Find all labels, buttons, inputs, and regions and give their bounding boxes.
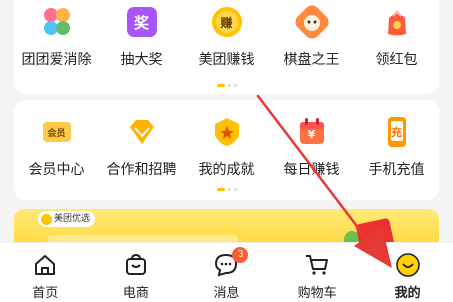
page-indicator (216, 84, 237, 87)
page-dot (227, 188, 231, 191)
earn-coin-icon: 赚 (209, 4, 245, 40)
tab-messages[interactable]: 3 消息 (181, 243, 272, 302)
tab-label: 购物车 (297, 286, 337, 301)
grid-item-cooperation[interactable]: 合作和招聘 (99, 114, 184, 179)
games-row: 团团爱消除 奖 抽大奖 赚 美团赚钱 棋盘之王 领红包 (14, 4, 439, 69)
banner-badge-label: 美团优选 (54, 214, 91, 224)
grid-item-label: 每日赚钱 (283, 162, 340, 178)
tab-label: 电商 (122, 286, 149, 301)
red-packet-icon (379, 4, 415, 40)
grid-item-label: 团团爱消除 (21, 52, 92, 68)
games-card: 团团爱消除 奖 抽大奖 赚 美团赚钱 棋盘之王 领红包 (14, 0, 439, 94)
grid-item-label: 会员中心 (28, 162, 85, 178)
services-row: 会员 会员中心 合作和招聘 我的成就 ¥ 每日赚钱 充 手机充值 (14, 114, 439, 179)
meituan-logo-icon (41, 213, 52, 225)
tab-cart[interactable]: 购物车 (272, 243, 363, 302)
daily-earn-icon: ¥ (294, 114, 330, 150)
page-dot (233, 84, 237, 87)
tab-shop[interactable]: 电商 (91, 243, 182, 302)
grid-item-member-center[interactable]: 会员 会员中心 (14, 114, 99, 179)
grid-item-earn[interactable]: 赚 美团赚钱 (184, 4, 269, 69)
shop-bag-icon (123, 252, 149, 278)
smiley-icon (395, 252, 421, 278)
chat-icon: 3 (213, 247, 249, 278)
grid-item-label: 我的成就 (198, 162, 255, 178)
page-dot-active (216, 188, 225, 191)
hearts-game-icon (39, 4, 75, 40)
page-dot-active (216, 84, 225, 87)
banner-badge: 美团优选 (38, 211, 96, 227)
lottery-icon: 奖 (124, 4, 160, 40)
grid-item-lottery[interactable]: 奖 抽大奖 (99, 4, 184, 69)
grid-item-label: 美团赚钱 (198, 52, 255, 68)
bottom-tab-bar: 首页 电商 3 消息 购物车 我的 (0, 242, 453, 302)
fox-game-icon (294, 4, 330, 40)
page-indicator (216, 188, 237, 191)
tab-label: 首页 (32, 286, 59, 301)
grid-item-label: 领红包 (375, 52, 418, 68)
tab-me[interactable]: 我的 (362, 243, 453, 302)
tab-home[interactable]: 首页 (0, 243, 91, 302)
grid-item-phone-recharge[interactable]: 充 手机充值 (354, 114, 439, 179)
services-card: 会员 会员中心 合作和招聘 我的成就 ¥ 每日赚钱 充 手机充值 (14, 100, 439, 200)
member-icon: 会员 (39, 114, 75, 150)
page-dot (233, 188, 237, 191)
unread-count-badge: 3 (232, 247, 249, 263)
grid-item-label: 手机充值 (368, 162, 425, 178)
grid-item-chess-king[interactable]: 棋盘之王 (269, 4, 354, 69)
grid-item-label: 抽大奖 (120, 52, 163, 68)
tab-label: 我的 (394, 286, 421, 301)
phone-recharge-icon: 充 (379, 114, 415, 150)
grid-item-daily-earn[interactable]: ¥ 每日赚钱 (269, 114, 354, 179)
grid-item-red-packet[interactable]: 领红包 (354, 4, 439, 69)
cart-icon (304, 252, 330, 278)
grid-item-achievements[interactable]: 我的成就 (184, 114, 269, 179)
diamond-icon (124, 114, 160, 150)
page-dot (227, 84, 231, 87)
home-icon (32, 252, 58, 278)
grid-item-tuantuan-xiaochu[interactable]: 团团爱消除 (14, 4, 99, 69)
tab-label: 消息 (213, 286, 240, 301)
grid-item-label: 合作和招聘 (106, 162, 177, 178)
grid-item-label: 棋盘之王 (283, 52, 340, 68)
achievement-icon (209, 114, 245, 150)
